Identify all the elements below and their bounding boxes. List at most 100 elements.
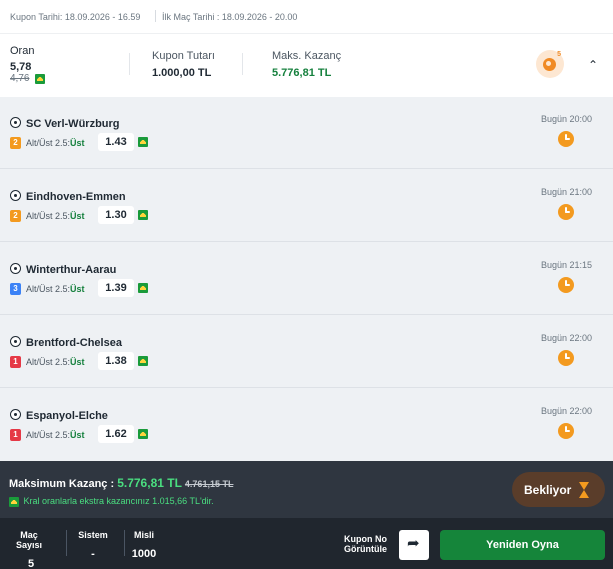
divider bbox=[129, 53, 130, 75]
crown-icon bbox=[138, 137, 148, 147]
match-list: SC Verl-Würzburg 2 Alt/Üst 2.5:Üst 1.43 … bbox=[0, 97, 613, 461]
list-item[interactable]: Winterthur-Aarau 3 Alt/Üst 2.5:Üst 1.39 … bbox=[0, 243, 613, 315]
list-item[interactable]: Espanyol-Elche 1 Alt/Üst 2.5:Üst 1.62 Bu… bbox=[0, 389, 613, 461]
market-text: Alt/Üst 2.5:Üst bbox=[26, 211, 85, 221]
king-odds-note: Kral oranlarla ekstra kazancınız 1.015,6… bbox=[9, 496, 214, 507]
odd-value: 1.39 bbox=[98, 279, 134, 297]
view-coupon-no-label[interactable]: Kupon No Görüntüle bbox=[344, 534, 387, 554]
status-badge: Bekliyor bbox=[512, 472, 605, 507]
market-text: Alt/Üst 2.5:Üst bbox=[26, 138, 85, 148]
match-time: Bugün 22:00 bbox=[540, 406, 592, 416]
match-code-badge: 2 bbox=[10, 210, 21, 222]
match-time: Bugün 21:15 bbox=[540, 260, 592, 270]
pick-label: Üst bbox=[70, 138, 85, 148]
market-label: Alt/Üst 2.5: bbox=[26, 211, 71, 221]
clock-icon bbox=[558, 131, 574, 147]
football-icon bbox=[10, 263, 21, 274]
clock-icon bbox=[558, 350, 574, 366]
clock-icon bbox=[558, 204, 574, 220]
match-name: Eindhoven-Emmen bbox=[26, 191, 126, 203]
divider bbox=[242, 53, 243, 75]
match-name: Brentford-Chelsea bbox=[26, 337, 122, 349]
odds-old-value: 4,76 bbox=[10, 73, 30, 84]
max-win-line: Maksimum Kazanç : 5.776,81 TL 4.761,15 TL bbox=[9, 476, 233, 490]
odds-value: 5,78 bbox=[10, 61, 32, 73]
pick-label: Üst bbox=[70, 430, 85, 440]
match-count-label: Maç Sayısı bbox=[15, 530, 43, 550]
share-count-badge: 5 bbox=[557, 51, 561, 58]
match-code-badge: 1 bbox=[10, 429, 21, 441]
coupon-actions-bar: Maç Sayısı 5 Sistem - Misli 1000 Kupon N… bbox=[0, 518, 613, 569]
list-item[interactable]: Brentford-Chelsea 1 Alt/Üst 2.5:Üst 1.38… bbox=[0, 316, 613, 388]
chevron-up-icon[interactable]: ⌃ bbox=[586, 58, 600, 72]
crown-icon bbox=[138, 283, 148, 293]
crown-icon bbox=[138, 356, 148, 366]
max-win-old-value: 4.761,15 TL bbox=[184, 479, 234, 489]
max-win-label: Maksimum Kazanç : bbox=[9, 478, 118, 490]
clock-icon bbox=[558, 277, 574, 293]
market-text: Alt/Üst 2.5:Üst bbox=[26, 430, 85, 440]
odd-value: 1.38 bbox=[98, 352, 134, 370]
match-name: SC Verl-Würzburg bbox=[26, 118, 120, 130]
first-match-date: İlk Maç Tarihi : 18.09.2026 - 20.00 bbox=[162, 12, 298, 22]
stake-value: 1.000,00 TL bbox=[152, 67, 212, 79]
list-item[interactable]: Eindhoven-Emmen 2 Alt/Üst 2.5:Üst 1.30 B… bbox=[0, 170, 613, 242]
football-icon bbox=[10, 336, 21, 347]
football-icon bbox=[10, 117, 21, 128]
max-win-value: 5.776,81 TL bbox=[272, 67, 332, 79]
list-item[interactable]: SC Verl-Würzburg 2 Alt/Üst 2.5:Üst 1.43 … bbox=[0, 97, 613, 169]
view-coupon-no-line1: Kupon No bbox=[344, 534, 387, 544]
share-coupon-no-button[interactable]: ➦ bbox=[399, 530, 429, 560]
king-odds-text: Kral oranlarla ekstra kazancınız 1.015,6… bbox=[23, 496, 214, 506]
divider bbox=[124, 530, 125, 556]
market-label: Alt/Üst 2.5: bbox=[26, 430, 71, 440]
multiplier-label: Misli bbox=[134, 530, 155, 540]
system-value: - bbox=[91, 548, 95, 560]
odd-value: 1.43 bbox=[98, 133, 134, 151]
share-arrow-icon: ➦ bbox=[407, 535, 420, 552]
coupon-date-bar: Kupon Tarihi: 18.09.2026 - 16.59 İlk Maç… bbox=[0, 0, 613, 34]
crown-icon bbox=[138, 210, 148, 220]
divider bbox=[155, 10, 156, 22]
replay-button[interactable]: Yeniden Oyna bbox=[440, 530, 605, 560]
hourglass-icon bbox=[578, 482, 590, 498]
clock-icon bbox=[558, 423, 574, 439]
match-count-value: 5 bbox=[28, 558, 35, 569]
football-icon bbox=[10, 190, 21, 201]
match-code-badge: 3 bbox=[10, 283, 21, 295]
match-name: Espanyol-Elche bbox=[26, 410, 108, 422]
match-code-badge: 1 bbox=[10, 356, 21, 368]
share-icon bbox=[543, 58, 556, 71]
match-code-badge: 2 bbox=[10, 137, 21, 149]
stake-label: Kupon Tutarı bbox=[152, 50, 215, 62]
odds-label: Oran bbox=[10, 45, 35, 57]
max-win-panel: Maksimum Kazanç : 5.776,81 TL 4.761,15 TL… bbox=[0, 461, 613, 518]
multiplier-stat: Misli 1000 bbox=[130, 530, 158, 560]
max-win-value: 5.776,81 TL bbox=[117, 476, 182, 490]
market-text: Alt/Üst 2.5:Üst bbox=[26, 284, 85, 294]
crown-icon bbox=[35, 74, 45, 84]
multiplier-value: 1000 bbox=[131, 548, 157, 560]
match-time: Bugün 22:00 bbox=[540, 333, 592, 343]
pick-label: Üst bbox=[70, 211, 85, 221]
odd-value: 1.30 bbox=[98, 206, 134, 224]
view-coupon-no-line2: Görüntüle bbox=[344, 544, 387, 554]
divider bbox=[66, 530, 67, 556]
match-time: Bugün 20:00 bbox=[540, 114, 592, 124]
football-icon bbox=[10, 409, 21, 420]
market-label: Alt/Üst 2.5: bbox=[26, 357, 71, 367]
coupon-date: Kupon Tarihi: 18.09.2026 - 16.59 bbox=[10, 12, 141, 22]
share-coupon-button[interactable]: 5 bbox=[536, 50, 564, 78]
market-text: Alt/Üst 2.5:Üst bbox=[26, 357, 85, 367]
system-stat: Sistem - bbox=[76, 530, 110, 560]
crown-icon bbox=[9, 496, 19, 507]
market-label: Alt/Üst 2.5: bbox=[26, 284, 71, 294]
match-time: Bugün 21:00 bbox=[540, 187, 592, 197]
system-label: Sistem bbox=[78, 530, 108, 540]
market-label: Alt/Üst 2.5: bbox=[26, 138, 71, 148]
match-name: Winterthur-Aarau bbox=[26, 264, 117, 276]
odd-value: 1.62 bbox=[98, 425, 134, 443]
match-count-stat: Maç Sayısı 5 bbox=[9, 530, 49, 569]
max-win-label: Maks. Kazanç bbox=[272, 50, 342, 62]
crown-icon bbox=[138, 429, 148, 439]
